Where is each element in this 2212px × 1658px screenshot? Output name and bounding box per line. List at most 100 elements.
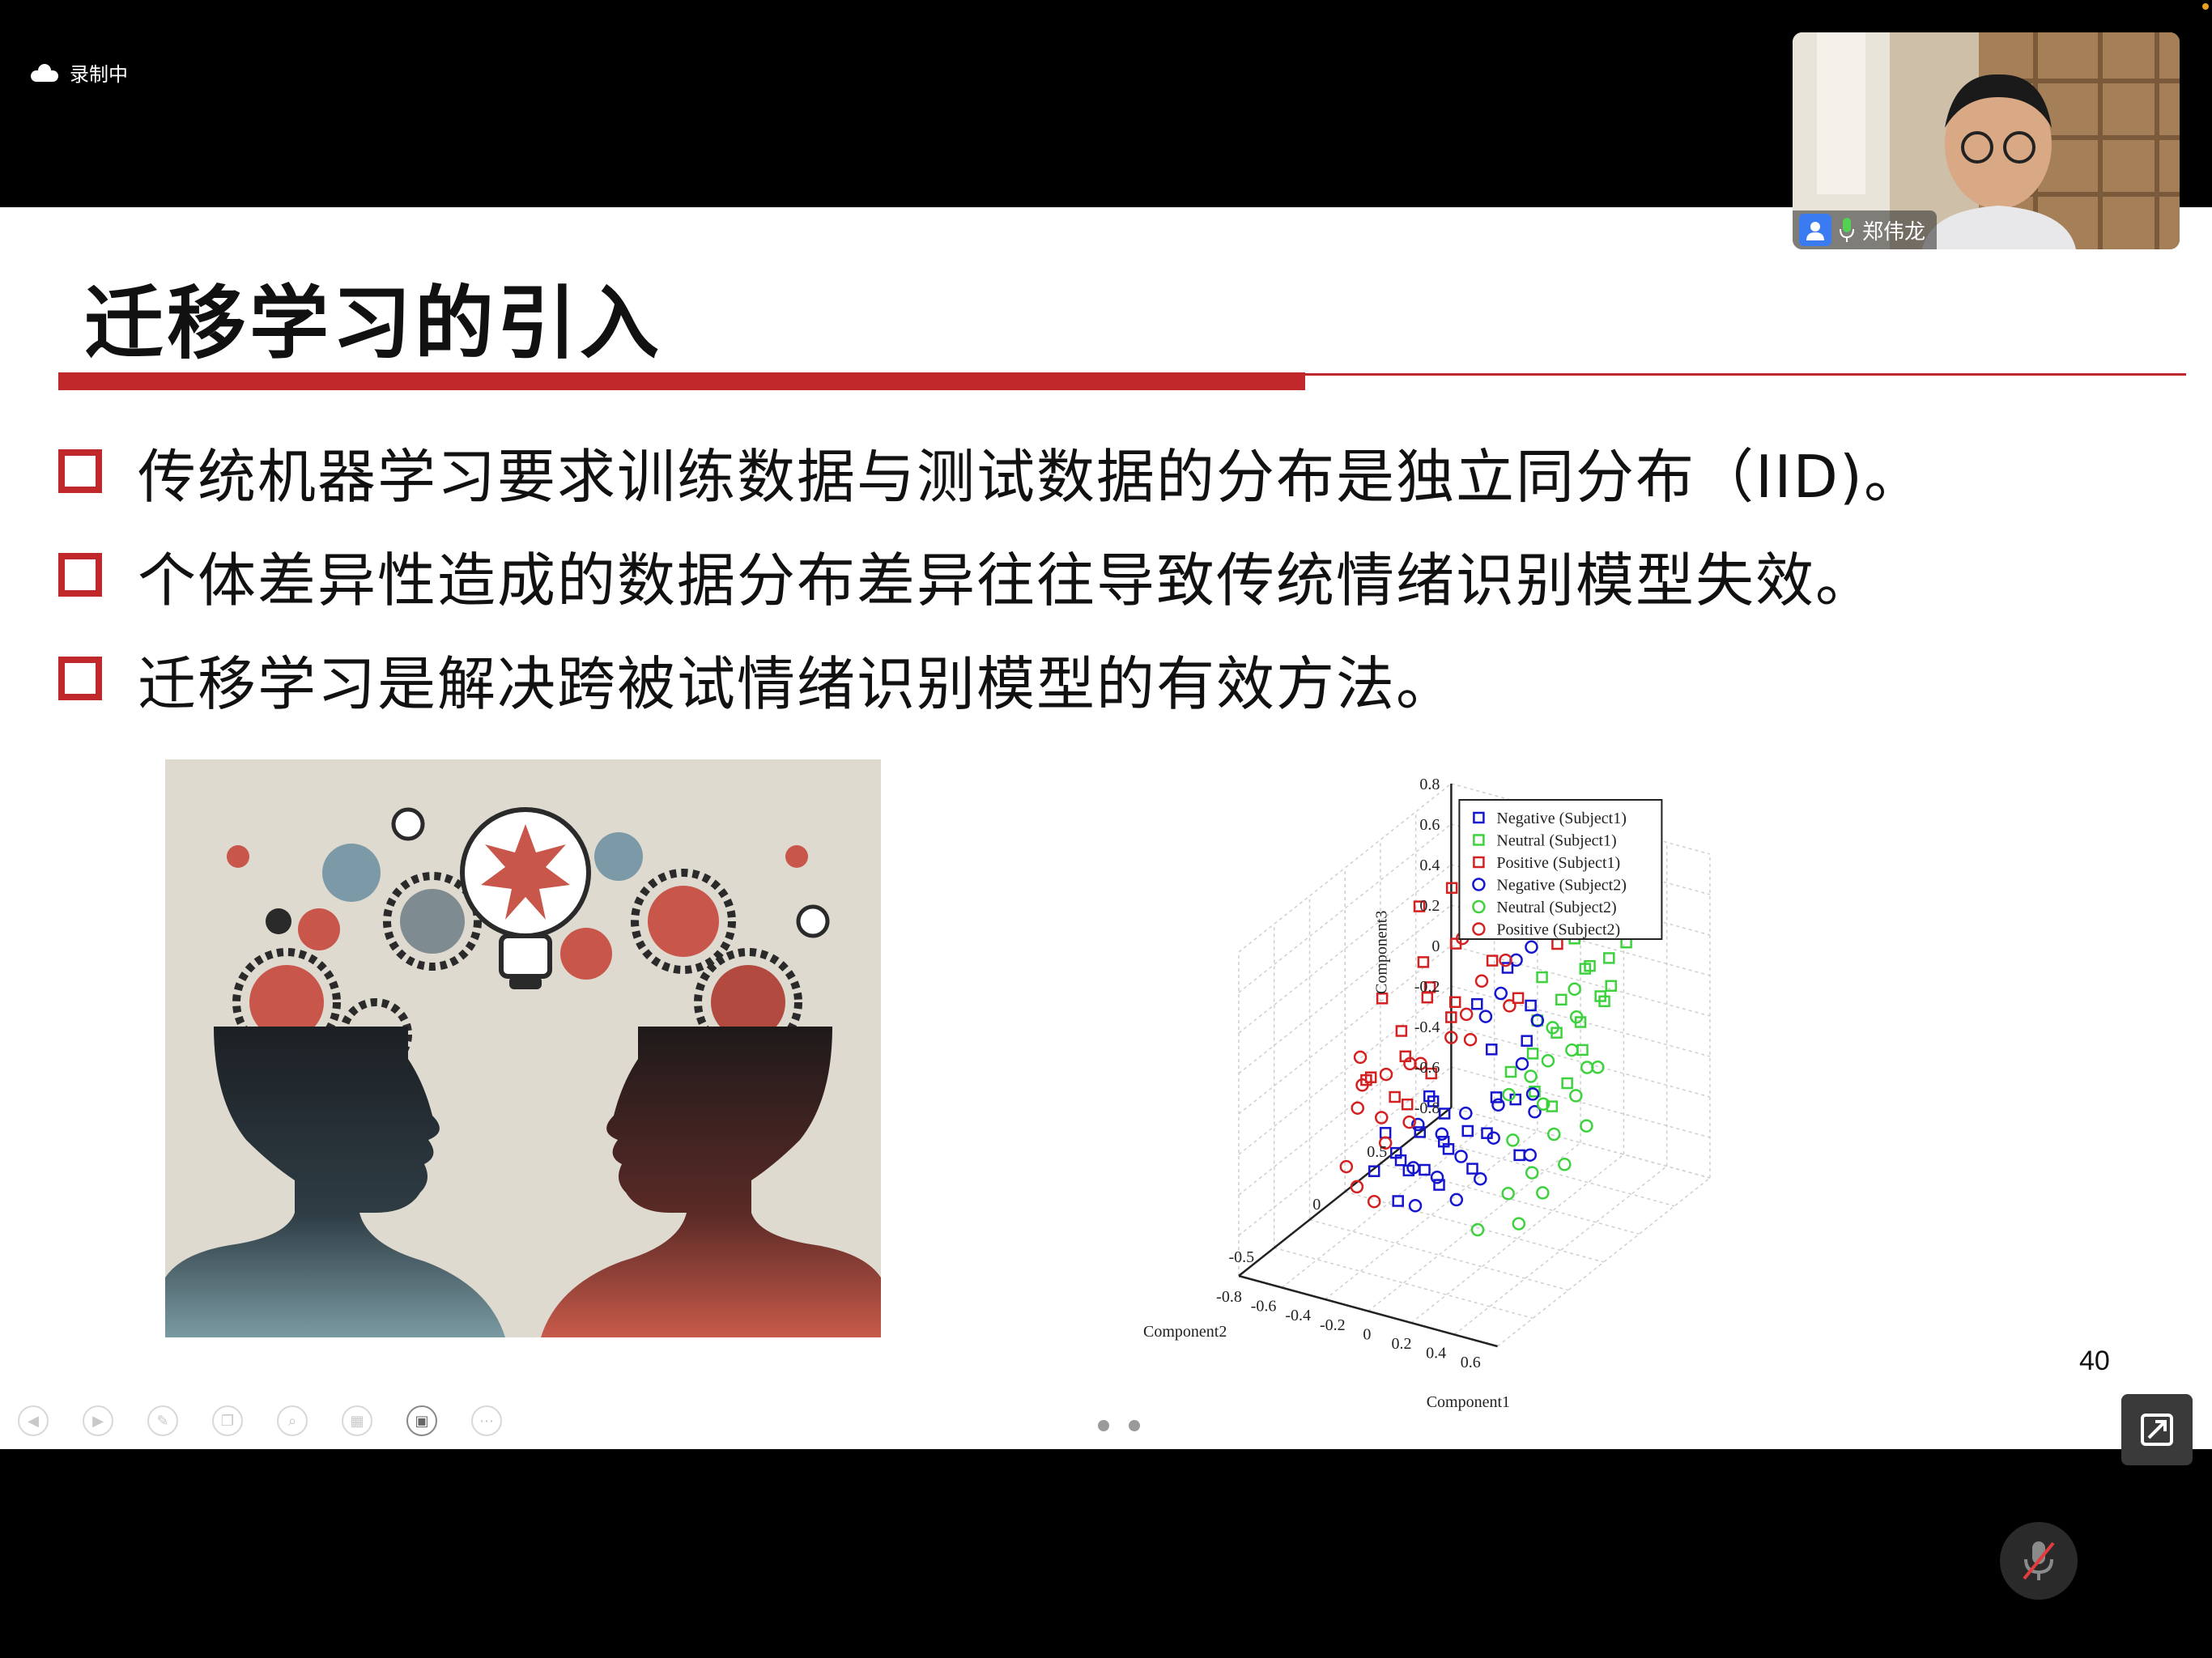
data-point [1474, 1171, 1487, 1186]
expand-icon [2141, 1414, 2173, 1446]
scatter-chart: -0.8 -0.6 -0.4 -0.2 0 0.2 0.4 0.6 -0.5 0 0.5 -0.8 -0… [1143, 776, 1711, 1411]
grid-line [1368, 1141, 1581, 1312]
data-point [1379, 1127, 1392, 1139]
data-point [1547, 1127, 1561, 1141]
data-point [1463, 1032, 1478, 1047]
grid-line [1274, 1247, 1534, 1320]
data-point [1470, 1222, 1485, 1237]
legend-label: Neutral (Subject1) [1496, 832, 1616, 850]
data-point [1435, 1127, 1449, 1141]
tick-label: 0.4 [1419, 857, 1440, 874]
page-number: 40 [2079, 1346, 2110, 1376]
grid-view-icon[interactable]: ▦ [342, 1405, 372, 1436]
recording-indicator[interactable]: 录制中 [31, 58, 128, 87]
data-point [1536, 971, 1548, 984]
data-point [1512, 1217, 1526, 1231]
data-point [1351, 1101, 1364, 1115]
data-point [1565, 1043, 1579, 1057]
tick-label: -0.2 [1320, 1316, 1346, 1334]
data-point [1603, 952, 1615, 964]
data-point [1478, 1010, 1493, 1023]
data-point [1525, 940, 1538, 954]
data-point [1521, 1035, 1533, 1047]
tick-label: 0 [1363, 1325, 1371, 1343]
tick-label: 0.6 [1461, 1354, 1481, 1371]
bullet-square-icon [58, 553, 102, 597]
presentation-slide: 迁移学习的引入 传统机器学习要求训练数据与测试数据的分布是独立同分布（IID)。… [0, 207, 2212, 1449]
previous-slide-button[interactable]: ◀ [18, 1405, 49, 1436]
data-point [1339, 1159, 1354, 1174]
data-point [1459, 1106, 1473, 1120]
status-dot [2202, 3, 2209, 10]
data-point [1523, 1148, 1537, 1162]
data-point [1466, 1163, 1478, 1175]
grid-line [1345, 1191, 1604, 1263]
data-point [1459, 1007, 1474, 1022]
slide-toolbar: ◀ ▶ ✎ ❐ ⌕ ▦ ▣ ⋯ [18, 1405, 502, 1436]
video-icon[interactable]: ▣ [406, 1405, 437, 1436]
data-point [1417, 956, 1430, 968]
expand-button[interactable] [2121, 1394, 2193, 1465]
tick-label: 0.2 [1392, 1335, 1412, 1353]
bullet-square-icon [58, 449, 102, 493]
legend-label: Neutral (Subject2) [1496, 899, 1616, 916]
data-point [1471, 997, 1483, 1010]
bullet-square-icon [58, 657, 102, 700]
data-point [1367, 1194, 1381, 1209]
grid-line [1325, 1130, 1538, 1300]
data-point [1461, 1124, 1474, 1137]
data-point [1524, 1069, 1538, 1083]
bullet-item: 个体差异性造成的数据分布差异往往导致传统情绪识别模型失效。 [58, 523, 1924, 627]
data-point [1526, 1048, 1539, 1060]
more-icon[interactable]: ⋯ [471, 1405, 502, 1436]
data-point [1541, 1054, 1555, 1068]
tick-label: -0.4 [1414, 1018, 1440, 1036]
mute-microphone-button[interactable] [2000, 1522, 2078, 1600]
pen-icon[interactable]: ✎ [147, 1405, 178, 1436]
recording-label: 录制中 [70, 63, 128, 86]
data-point [1353, 1050, 1368, 1065]
grid-line [1415, 1134, 1675, 1207]
data-point [1512, 992, 1525, 1005]
data-point [1490, 1091, 1503, 1103]
data-point [1501, 1187, 1515, 1201]
participant-name: 郑伟龙 [1862, 219, 1926, 244]
chart-ticks: -0.8 -0.6 -0.4 -0.2 0 0.2 0.4 0.6 -0.5 0 0.5 -0.8 -0… [1216, 776, 1481, 1371]
y-axis-label: Component2 [1143, 1323, 1227, 1341]
data-point [1605, 980, 1617, 993]
tick-label: -0.8 [1414, 1099, 1440, 1117]
heads-gears-illustration [165, 759, 881, 1337]
microphone-icon [1840, 218, 1854, 242]
slide-title: 迁移学习的引入 [84, 278, 663, 370]
person-icon [1799, 214, 1831, 246]
next-slide-button[interactable]: ▶ [83, 1405, 113, 1436]
data-point [1419, 1163, 1431, 1176]
data-point [1501, 962, 1514, 974]
bullet-item: 迁移学习是解决跨被试情绪识别模型的有效方法。 [58, 627, 1924, 730]
tick-label: 0.4 [1426, 1345, 1446, 1363]
webcam-video[interactable]: 郑伟龙 [1793, 32, 2180, 249]
data-point [1568, 982, 1581, 997]
data-point [1494, 986, 1508, 1001]
tick-label: -0.4 [1285, 1307, 1311, 1324]
data-point [1474, 974, 1489, 988]
z-axis-label: Component3 [1372, 911, 1390, 994]
title-underline-thick [58, 372, 1305, 390]
bullet-text: 迁移学习是解决跨被试情绪识别模型的有效方法。 [138, 649, 1457, 718]
tick-label: 0.8 [1419, 776, 1440, 793]
page-dot[interactable] [1129, 1420, 1140, 1431]
cloud-icon [31, 63, 58, 82]
tick-label: -0.5 [1229, 1248, 1255, 1266]
copy-icon[interactable]: ❐ [212, 1405, 243, 1436]
data-point [1580, 1119, 1593, 1133]
x-axis-label: Component1 [1427, 1393, 1510, 1411]
zoom-icon[interactable]: ⌕ [277, 1405, 308, 1436]
bullet-text: 个体差异性造成的数据分布差异往往导致传统情绪识别模型失效。 [138, 546, 1876, 614]
data-point [1486, 1044, 1498, 1056]
page-dot[interactable] [1098, 1420, 1109, 1431]
tick-label: 0 [1312, 1196, 1321, 1214]
data-point [1513, 1149, 1525, 1162]
data-point [1408, 1199, 1423, 1213]
data-point [1504, 1065, 1517, 1078]
data-point [1449, 1192, 1464, 1207]
